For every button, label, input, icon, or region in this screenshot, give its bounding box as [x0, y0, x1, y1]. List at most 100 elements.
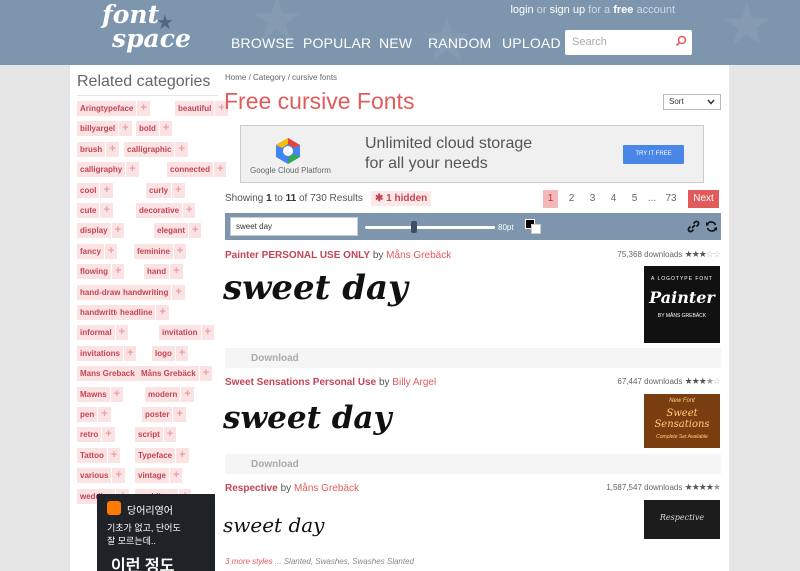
plus-icon[interactable]: + [170, 264, 183, 280]
plus-icon[interactable]: + [173, 243, 187, 259]
category-tag[interactable]: script + [135, 427, 177, 443]
category-tag[interactable]: beautiful + [175, 101, 228, 116]
plus-icon[interactable]: + [170, 468, 183, 484]
category-tag[interactable]: modern + [145, 386, 194, 402]
page-73[interactable]: 73 [662, 190, 680, 208]
plus-icon[interactable]: + [183, 203, 196, 218]
plus-icon[interactable]: + [106, 141, 119, 157]
category-tag[interactable]: flowing + [77, 264, 125, 280]
font-name-link[interactable]: Sweet Sensations Personal Use [225, 377, 376, 388]
category-tag[interactable]: cute + [77, 203, 113, 218]
hidden-filter-button[interactable]: ✱ 1 hidden [371, 191, 432, 206]
plus-icon[interactable]: + [110, 386, 124, 402]
banner-ad[interactable]: Google Cloud Platform Unlimited cloud st… [240, 125, 704, 183]
font-preview[interactable]: sweet day [223, 513, 324, 537]
plus-icon[interactable]: + [189, 223, 202, 239]
nav-new[interactable]: NEW [379, 35, 412, 51]
plus-icon[interactable]: + [137, 101, 150, 116]
plus-icon[interactable]: + [124, 345, 137, 361]
font-author-link[interactable]: Måns Grebäck [386, 250, 451, 261]
download-button[interactable]: Download [225, 454, 721, 474]
page-2[interactable]: 2 [564, 190, 579, 208]
plus-icon[interactable]: + [172, 284, 185, 300]
link-icon[interactable] [687, 220, 700, 233]
plus-icon[interactable]: + [181, 386, 194, 402]
plus-icon[interactable]: + [172, 182, 185, 198]
category-tag[interactable]: headline + [117, 305, 169, 320]
font-thumbnail[interactable]: New Font Sweet Sensations Complete Set A… [644, 394, 720, 448]
category-tag[interactable]: curly + [146, 182, 185, 198]
category-tag[interactable]: Mawns + [77, 386, 124, 402]
plus-icon[interactable]: + [126, 162, 139, 178]
refresh-icon[interactable] [705, 220, 718, 233]
category-tag[interactable]: Typeface + [135, 447, 189, 463]
category-tag[interactable]: connected + [167, 162, 227, 178]
font-size-slider[interactable] [365, 226, 495, 229]
background-color-swatch[interactable] [531, 224, 541, 234]
page-4[interactable]: 4 [606, 190, 621, 208]
plus-icon[interactable]: + [111, 223, 125, 239]
more-styles-link[interactable]: 3 more styles [225, 557, 273, 566]
font-thumbnail[interactable]: A LOGOTYPE FONT Painter BY MÅNS GREBÄCK [644, 266, 720, 343]
category-tag[interactable]: bold + [136, 121, 173, 137]
category-tag[interactable]: handwriting + [120, 284, 185, 300]
category-tag[interactable]: billyargel + [77, 121, 132, 137]
sort-select[interactable]: Sort [663, 94, 721, 110]
nav-browse[interactable]: BROWSE [231, 35, 294, 51]
category-tag[interactable]: pen + [77, 407, 111, 422]
category-tag[interactable]: cool + [77, 182, 113, 198]
category-tag[interactable]: elegant + [154, 223, 202, 239]
category-tag[interactable]: brush + [77, 141, 119, 157]
category-tag[interactable]: retro + [77, 427, 115, 443]
plus-icon[interactable]: + [199, 366, 213, 382]
plus-icon[interactable]: + [115, 325, 128, 341]
font-thumbnail[interactable]: Respective [644, 500, 720, 539]
category-tag[interactable]: invitation + [159, 325, 214, 341]
page-1[interactable]: 1 [543, 190, 558, 208]
category-tag[interactable]: Aringtypeface + [77, 101, 150, 116]
plus-icon[interactable]: + [159, 121, 173, 137]
plus-icon[interactable]: + [100, 182, 113, 198]
plus-icon[interactable]: + [163, 427, 177, 443]
category-tag[interactable]: Tattoo + [77, 447, 121, 463]
plus-icon[interactable]: + [104, 243, 118, 259]
nav-upload[interactable]: UPLOAD [502, 35, 561, 51]
category-tag[interactable]: feminine + [134, 243, 187, 259]
search-icon[interactable] [675, 35, 687, 47]
page-3[interactable]: 3 [585, 190, 600, 208]
category-tag[interactable]: decorative + [136, 203, 196, 218]
breadcrumb[interactable]: Home / Category / cursive fonts [225, 73, 337, 82]
font-name-link[interactable]: Painter PERSONAL USE ONLY [225, 250, 370, 261]
category-tag[interactable]: calligraphic + [124, 141, 188, 157]
nav-random[interactable]: RANDOM [428, 35, 491, 51]
font-author-link[interactable]: Billy Argel [392, 377, 436, 388]
category-tag[interactable]: various + [77, 468, 125, 484]
nav-popular[interactable]: POPULAR [303, 35, 371, 51]
plus-icon[interactable]: + [112, 264, 125, 280]
category-tag[interactable]: fancy + [77, 243, 118, 259]
category-tag[interactable]: informal + [77, 325, 128, 341]
plus-icon[interactable]: + [119, 121, 132, 137]
category-tag[interactable]: Måns Grebäck + [138, 366, 213, 382]
font-author-link[interactable]: Måns Grebäck [294, 483, 359, 494]
login-link[interactable]: login [510, 4, 533, 16]
search-input[interactable]: Search [565, 30, 692, 55]
signup-link[interactable]: sign up [550, 4, 585, 16]
plus-icon[interactable]: + [98, 407, 111, 422]
plus-icon[interactable]: + [107, 447, 121, 463]
plus-icon[interactable]: + [201, 325, 214, 341]
plus-icon[interactable]: + [102, 427, 115, 443]
font-size-slider-handle[interactable] [411, 221, 417, 233]
plus-icon[interactable]: + [175, 345, 189, 361]
plus-icon[interactable]: + [173, 407, 186, 422]
next-page-button[interactable]: Next [688, 190, 719, 208]
plus-icon[interactable]: + [214, 162, 227, 178]
sidebar-ad[interactable]: 당어리영어 기초가 없고, 단어도 잘 모르는데.. 이런 정도 [97, 494, 215, 571]
plus-icon[interactable]: + [156, 305, 169, 320]
plus-icon[interactable]: + [100, 203, 113, 218]
category-tag[interactable]: invitations + [77, 345, 137, 361]
try-it-free-button[interactable]: TRY IT FREE [623, 145, 684, 164]
category-tag[interactable]: hand + [144, 264, 183, 280]
font-preview[interactable]: sweet day [223, 400, 391, 436]
fontspace-logo[interactable]: font ★ space [96, 2, 191, 62]
